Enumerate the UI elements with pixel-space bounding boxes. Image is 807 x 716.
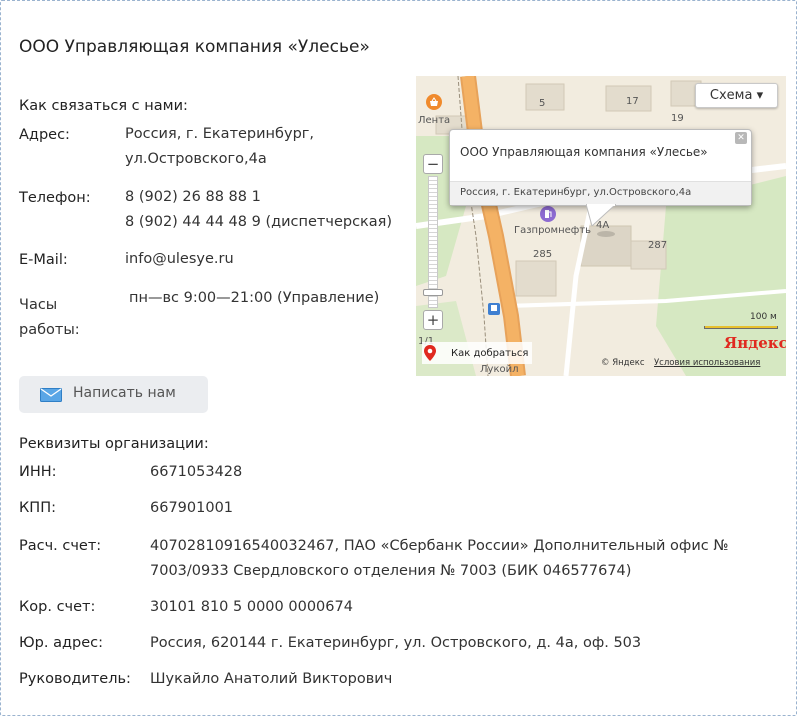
lenta-poi[interactable] — [426, 94, 442, 114]
gazpromneft-label: Газпромнефть — [514, 225, 592, 236]
hours-label-line: Часы — [19, 297, 58, 313]
zoom-out-button[interactable]: − — [423, 154, 443, 174]
account-line: 40702810916540032467, ПАО «Сбербанк Росс… — [150, 538, 729, 554]
legal-address-label: Юр. адрес: — [19, 635, 103, 651]
address-value: Россия, г. Екатеринбург, ул.Островского,… — [125, 122, 314, 172]
zoom-in-button[interactable]: + — [423, 310, 443, 330]
lenta-label: Лента — [418, 115, 451, 126]
account-line: 7003/0933 Свердловского отделения № 7003… — [150, 563, 632, 579]
kpp-value: 667901001 — [150, 500, 234, 516]
hours-value: пн—вс 9:00—21:00 (Управление) — [129, 290, 380, 306]
director-value: Шукайло Анатолий Викторович — [150, 671, 393, 687]
house-number: 5 — [539, 98, 546, 109]
write-us-label: Написать нам — [73, 385, 176, 401]
balloon-tail — [586, 204, 616, 226]
inn-value: 6671053428 — [150, 464, 243, 480]
shopping-basket-icon — [426, 94, 442, 110]
inn-label: ИНН: — [19, 464, 57, 480]
fuel-station-icon — [540, 206, 556, 222]
map-scale-bar — [704, 326, 778, 329]
house-number: 19 — [671, 113, 684, 124]
email-value[interactable]: info@ulesye.ru — [125, 247, 234, 272]
phone-label: Телефон: — [19, 190, 91, 206]
legal-address-value: Россия, 620144 г. Екатеринбург, ул. Остр… — [150, 635, 642, 651]
map-pin-icon — [424, 345, 436, 361]
phone-line: 8 (902) 44 44 48 9 (диспетчерская) — [125, 214, 393, 230]
route-link-label: Как добраться — [451, 347, 529, 359]
phone-line: 8 (902) 26 88 88 1 — [125, 189, 261, 205]
hours-label: Часы работы: — [19, 293, 80, 343]
map-copyright: © Яндекс — [601, 358, 645, 368]
gazpromneft-poi[interactable] — [540, 206, 556, 226]
hours-label-line: работы: — [19, 322, 80, 338]
map-terms-link[interactable]: Условия использования — [654, 358, 760, 368]
requisites-heading: Реквизиты организации: — [19, 436, 209, 452]
phone-value: 8 (902) 26 88 88 1 8 (902) 44 44 48 9 (д… — [125, 185, 392, 235]
address-line: Россия, г. Екатеринбург, — [125, 126, 314, 142]
yandex-logo[interactable]: Яндекс — [724, 334, 786, 352]
contacts-heading: Как связаться с нами: — [19, 98, 188, 114]
corr-account-value: 30101 810 5 0000 0000674 — [150, 599, 353, 615]
house-number: 285 — [533, 249, 553, 260]
director-label: Руководитель: — [19, 671, 131, 687]
balloon-title: ООО Управляющая компания «Улесье» — [460, 145, 708, 159]
map[interactable]: Лента Газпромнефть Лукойл 5 17 19 4А 287… — [416, 76, 786, 376]
balloon-close-button[interactable]: ✕ — [735, 132, 747, 144]
balloon-address: Россия, г. Екатеринбург, ул.Островского,… — [450, 181, 751, 205]
corr-account-label: Кор. счет: — [19, 599, 96, 615]
envelope-icon — [40, 388, 62, 402]
route-link[interactable]: Как добраться — [422, 342, 533, 364]
transit-poi[interactable] — [488, 300, 500, 319]
bus-stop-icon — [488, 303, 500, 315]
email-label: E-Mail: — [19, 252, 68, 268]
account-value: 40702810916540032467, ПАО «Сбербанк Росс… — [150, 534, 728, 584]
zoom-slider-thumb[interactable] — [423, 289, 443, 296]
address-label: Адрес: — [19, 127, 70, 143]
zoom-control[interactable]: − + — [423, 154, 443, 330]
house-number: 287 — [648, 240, 668, 251]
map-balloon: ООО Управляющая компания «Улесье» Россия… — [449, 129, 752, 206]
page-title: ООО Управляющая компания «Улесье» — [19, 37, 370, 57]
map-scale-label: 100 м — [750, 312, 777, 322]
lukoil-label: Лукойл — [480, 364, 519, 375]
write-us-button[interactable]: Написать нам — [19, 376, 208, 413]
map-type-dropdown[interactable]: Схема ▾ — [695, 83, 778, 108]
address-line: ул.Островского,4а — [125, 151, 267, 167]
house-number: 17 — [626, 96, 639, 107]
account-label: Расч. счет: — [19, 538, 102, 554]
kpp-label: КПП: — [19, 500, 56, 516]
